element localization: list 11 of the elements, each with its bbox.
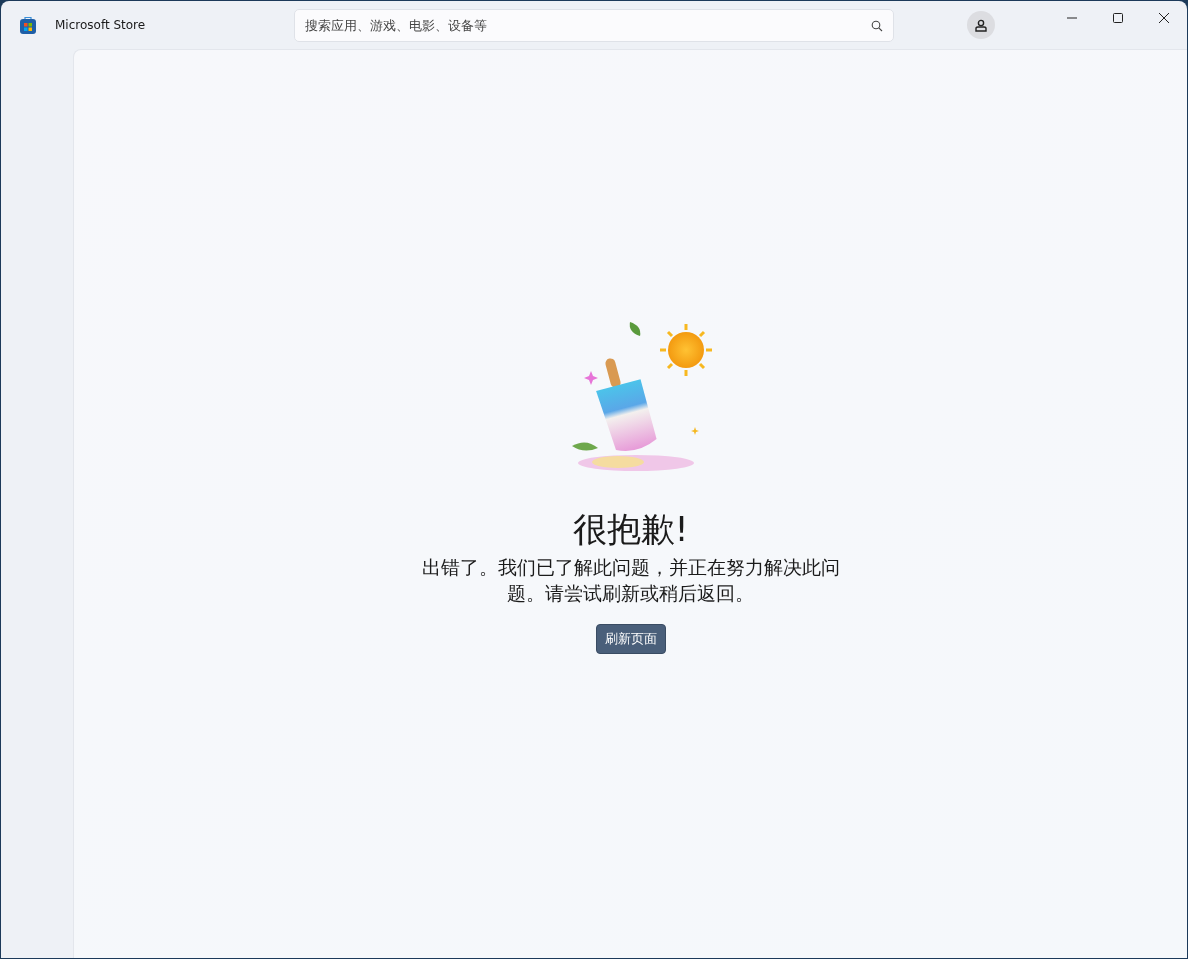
store-logo-icon xyxy=(20,16,36,34)
search-field[interactable]: 搜索应用、游戏、电影、设备等 xyxy=(294,8,894,42)
refresh-button[interactable]: 刷新页面 xyxy=(595,624,666,654)
close-icon xyxy=(1159,12,1169,23)
error-heading: 很抱歉! xyxy=(572,508,689,550)
error-message: 出错了。我们已了解此问题，并正在努力解决此问题。请尝试刷新或稍后返回。 xyxy=(420,555,841,606)
person-icon xyxy=(975,18,987,32)
window-title: Microsoft Store xyxy=(55,18,146,32)
account-button[interactable] xyxy=(967,11,995,39)
maximize-icon xyxy=(1113,12,1123,23)
search-icon xyxy=(871,19,883,32)
